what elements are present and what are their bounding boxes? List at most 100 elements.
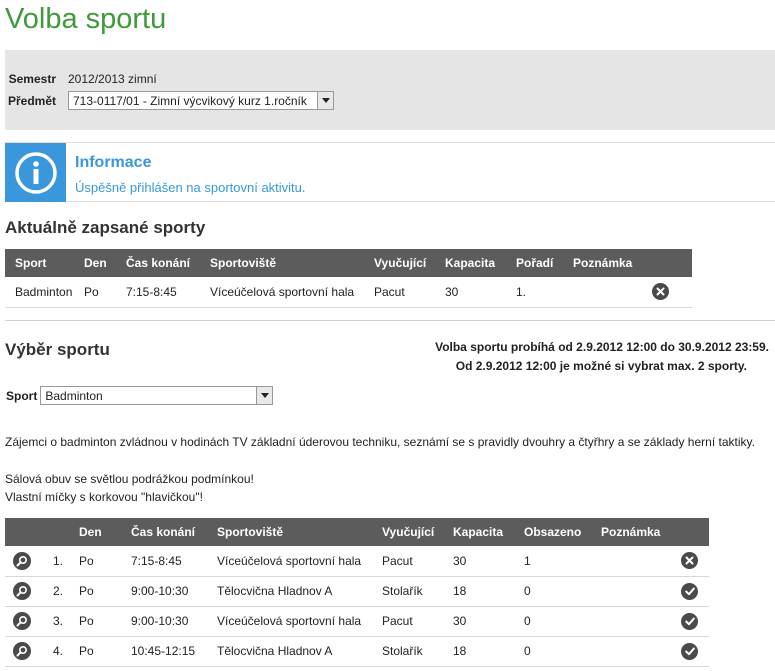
cell-venue: Víceúčelová sportovní hala xyxy=(207,546,372,577)
page-title: Volba sportu xyxy=(5,3,167,35)
cell-teacher: Pacut xyxy=(364,277,435,308)
cell-time: 7:15-8:45 xyxy=(121,546,207,577)
enrolled-table: Sport Den Čas konání Sportoviště Vyučují… xyxy=(5,249,692,308)
column-header: Poznámka xyxy=(563,249,652,277)
column-header: Obsazeno xyxy=(514,518,591,546)
cell-teacher: Pacut xyxy=(372,546,443,577)
cell-note xyxy=(591,636,679,667)
column-header: Kapacita xyxy=(443,518,514,546)
table-header-row: Den Čas konání Sportoviště Vyučující Kap… xyxy=(5,518,709,546)
table-header-row: Sport Den Čas konání Sportoviště Vyučují… xyxy=(5,249,692,277)
cell-venue: Víceúčelová sportovní hala xyxy=(200,277,364,308)
cell-time: 9:00-10:30 xyxy=(121,606,207,637)
magnifier-icon[interactable] xyxy=(13,642,31,660)
period-note: Volba sportu probíhá od 2.9.2012 12:00 d… xyxy=(435,338,769,376)
cell-occupied: 1 xyxy=(514,546,591,577)
cell-capacity: 30 xyxy=(443,546,514,577)
cell-capacity: 18 xyxy=(443,636,514,667)
table-row: 2. Po 9:00-10:30 Tělocvična Hladnov A St… xyxy=(5,576,709,607)
semester-label: Semestr xyxy=(8,72,56,86)
cell-time: 10:45-12:15 xyxy=(121,636,207,667)
cell-venue: Tělocvična Hladnov A xyxy=(207,576,372,607)
info-title: Informace xyxy=(75,154,152,171)
cell-capacity: 30 xyxy=(443,606,514,637)
column-header-detail xyxy=(5,518,43,546)
enrolled-section-title: Aktuálně zapsané sporty xyxy=(5,218,206,237)
sport-description: Zájemci o badminton zvládnou v hodinách … xyxy=(5,435,755,449)
cell-day: Po xyxy=(79,576,121,607)
column-header: Den xyxy=(79,518,121,546)
table-row: Badminton Po 7:15-8:45 Víceúčelová sport… xyxy=(5,277,692,308)
subject-select[interactable]: 713-0117/01 - Zimní výcvikový kurz 1.roč… xyxy=(68,91,334,110)
filter-panel: Semestr 2012/2013 zimní Předmět 713-0117… xyxy=(5,50,775,130)
info-icon xyxy=(5,143,66,202)
cell-teacher: Pacut xyxy=(372,606,443,637)
table-row: 1. Po 7:15-8:45 Víceúčelová sportovní ha… xyxy=(5,546,709,577)
sport-label: Sport xyxy=(6,388,38,403)
cell-note xyxy=(563,277,652,308)
cell-num: 3. xyxy=(43,606,79,637)
cell-venue: Víceúčelová sportovní hala xyxy=(207,606,372,637)
cell-capacity: 18 xyxy=(443,576,514,607)
cell-note xyxy=(591,606,679,637)
cell-num: 1. xyxy=(43,546,79,577)
cell-day: Po xyxy=(79,546,121,577)
sport-filter: Sport Badminton xyxy=(6,386,274,405)
unenroll-icon[interactable] xyxy=(681,552,698,570)
cell-venue: Tělocvična Hladnov A xyxy=(207,636,372,667)
cell-day: Po xyxy=(79,606,121,637)
magnifier-icon[interactable] xyxy=(13,582,31,600)
cell-num: 4. xyxy=(43,636,79,667)
sport-note-shoes: Sálová obuv se světlou podrážkou podmínk… xyxy=(5,472,254,486)
column-header: Pořadí xyxy=(506,249,563,277)
sport-select[interactable]: Badminton xyxy=(40,386,274,405)
cell-capacity: 30 xyxy=(435,277,506,308)
cell-occupied: 0 xyxy=(514,606,591,637)
semester-value: 2012/2013 zimní xyxy=(68,72,157,86)
enroll-icon[interactable] xyxy=(681,642,698,660)
column-header: Vyučující xyxy=(372,518,443,546)
cell-teacher: Stolařík xyxy=(372,576,443,607)
column-header: Čas konání xyxy=(121,518,207,546)
column-header: Sportoviště xyxy=(207,518,372,546)
sport-note-shuttles: Vlastní míčky s korkovou "hlavičkou"! xyxy=(5,490,203,504)
selection-section-title: Výběr sportu xyxy=(5,340,110,359)
cell-occupied: 0 xyxy=(514,576,591,607)
cell-occupied: 0 xyxy=(514,636,591,667)
unenroll-icon[interactable] xyxy=(652,283,669,301)
column-header: Sportoviště xyxy=(200,249,364,277)
cell-note xyxy=(591,546,679,577)
period-line-1: Volba sportu probíhá od 2.9.2012 12:00 d… xyxy=(435,340,769,354)
subject-label: Předmět xyxy=(7,93,56,108)
column-header-num xyxy=(43,518,79,546)
info-text: Úspěšně přihlášen na sportovní aktivitu. xyxy=(75,180,306,195)
magnifier-icon[interactable] xyxy=(13,612,31,630)
cell-teacher: Stolařík xyxy=(372,636,443,667)
cell-time: 9:00-10:30 xyxy=(121,576,207,607)
cell-day: Po xyxy=(79,636,121,667)
column-header-action xyxy=(652,249,692,277)
period-line-2: Od 2.9.2012 12:00 je možné si vybrat max… xyxy=(455,359,747,373)
cell-day: Po xyxy=(74,277,116,308)
cell-num: 2. xyxy=(43,576,79,607)
section-divider xyxy=(5,320,775,321)
cell-sport: Badminton xyxy=(5,277,74,308)
enroll-icon[interactable] xyxy=(681,582,698,600)
cell-order: 1. xyxy=(506,277,563,308)
table-row: 4. Po 10:45-12:15 Tělocvična Hladnov A S… xyxy=(5,636,709,667)
enroll-icon[interactable] xyxy=(681,612,698,630)
sport-select-value: Badminton xyxy=(45,388,103,403)
chevron-down-icon[interactable] xyxy=(256,387,273,404)
magnifier-icon[interactable] xyxy=(13,551,31,570)
courses-table: Den Čas konání Sportoviště Vyučující Kap… xyxy=(5,518,709,667)
column-header: Kapacita xyxy=(435,249,506,277)
cell-note xyxy=(591,576,679,607)
chevron-down-icon[interactable] xyxy=(317,92,333,109)
column-header-action xyxy=(679,518,709,546)
subject-select-value: 713-0117/01 - Zimní výcvikový kurz 1.roč… xyxy=(73,93,307,108)
column-header: Poznámka xyxy=(591,518,679,546)
column-header: Den xyxy=(74,249,116,277)
table-row: 3. Po 9:00-10:30 Víceúčelová sportovní h… xyxy=(5,606,709,637)
column-header: Sport xyxy=(5,249,74,277)
cell-time: 7:15-8:45 xyxy=(116,277,200,308)
